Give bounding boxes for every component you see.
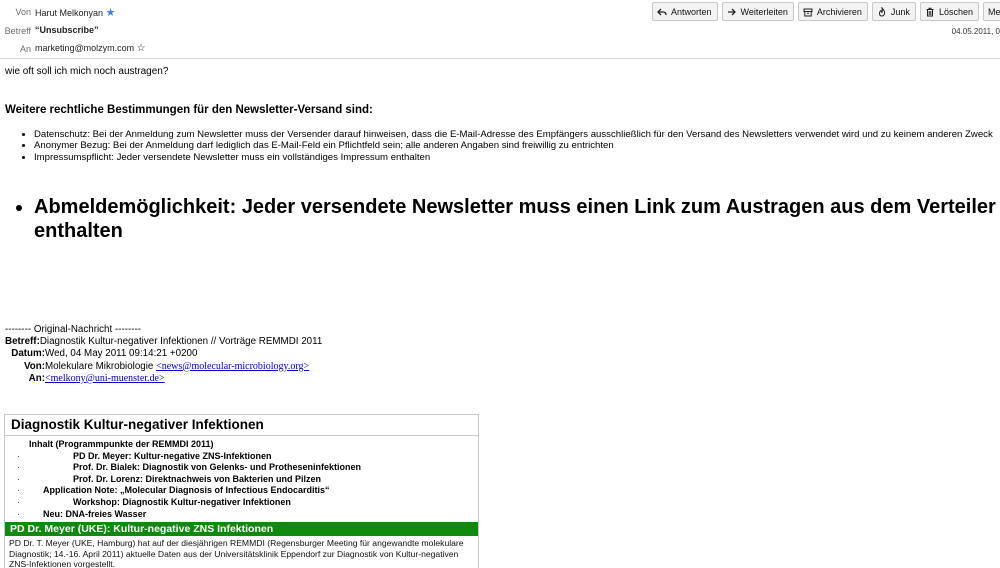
archive-button[interactable]: Archivieren	[797, 2, 868, 21]
reply-label: Antworten	[671, 6, 712, 17]
more-label: Meh	[987, 6, 1000, 17]
bullet-dot-icon: ·	[17, 508, 20, 519]
bullet-dot-icon: ·	[17, 496, 20, 507]
star-outline-icon[interactable]: ☆	[137, 43, 146, 54]
sender-name[interactable]: Harut Melkonyan	[35, 8, 103, 18]
star-filled-icon[interactable]: ★	[106, 7, 116, 19]
forward-button[interactable]: Weiterleiten	[721, 2, 794, 21]
list-item: Impressumspflicht: Jeder versendete News…	[34, 152, 1000, 163]
bullet-dot-icon: ·	[17, 485, 20, 496]
section-title-bar: PD Dr. Meyer (UKE): Kultur-negative ZNS …	[5, 522, 478, 537]
junk-label: Junk	[890, 6, 910, 17]
toc-item[interactable]: · Application Note: „Molecular Diagnosis …	[5, 485, 478, 497]
more-button[interactable]: Meh	[982, 2, 1000, 21]
original-date-label: Datum:	[11, 348, 45, 360]
original-from-row: Von:Molekulare Mikrobiologie <news@molec…	[5, 361, 322, 373]
trash-icon	[926, 7, 934, 16]
big-bullet-list: Abmeldemöglichkeit: Jeder versendete New…	[0, 195, 1000, 243]
toc-item-text[interactable]: Workshop: Diagnostik Kultur-negativer In…	[73, 497, 291, 507]
toc-heading: Inhalt (Programmpunkte der REMMDI 2011)	[5, 439, 478, 451]
list-item-unsubscribe: Abmeldemöglichkeit: Jeder versendete New…	[34, 195, 1000, 243]
message-header: Von Harut Melkonyan ★ Betreff “Unsubscri…	[0, 0, 1000, 59]
original-from-value: Molekulare Mikrobiologie	[45, 360, 157, 372]
toc-item[interactable]: · Prof. Dr. Bialek: Diagnostik von Gelenk…	[5, 462, 478, 474]
message-toolbar: Antworten Weiterleiten Archivieren Junk …	[652, 2, 1000, 21]
reply-icon	[657, 8, 667, 15]
toc-item-text[interactable]: Neu: DNA-freies Wasser	[43, 509, 146, 519]
toc-heading-text: Inhalt (Programmpunkte der REMMDI 2011)	[29, 439, 214, 449]
newsletter-title: Diagnostik Kultur-negativer Infektionen	[5, 415, 478, 436]
message-date: 04.05.2011, 0	[951, 27, 1000, 36]
original-date-row: Datum:Wed, 04 May 2011 09:14:21 +0200	[5, 348, 322, 360]
toc-item-text[interactable]: Prof. Dr. Lorenz: Direktnachweis von Bak…	[73, 474, 321, 484]
delete-button[interactable]: Löschen	[919, 2, 979, 21]
original-to-link[interactable]: <melkony@uni-muenster.de>	[45, 373, 165, 384]
toc-item[interactable]: · PD Dr. Meyer: Kultur-negative ZNS-Infek…	[5, 451, 478, 463]
newsletter-toc: Inhalt (Programmpunkte der REMMDI 2011) …	[5, 436, 478, 522]
newsletter-box: Diagnostik Kultur-negativer Infektionen …	[4, 414, 479, 568]
archive-label: Archivieren	[816, 6, 862, 17]
from-label: Von	[15, 7, 31, 17]
toc-item-text[interactable]: PD Dr. Meyer: Kultur-negative ZNS-Infekt…	[73, 451, 272, 461]
recipient-address[interactable]: marketing@molzym.com	[35, 43, 134, 53]
message-body: wie oft soll ich mich noch austragen? We…	[0, 58, 1000, 568]
legal-heading: Weitere rechtliche Bestimmungen für den …	[5, 104, 373, 116]
toc-item[interactable]: · Workshop: Diagnostik Kultur-negativer I…	[5, 497, 478, 509]
section-text: PD Dr. T. Meyer (UKE, Hamburg) hat auf d…	[9, 538, 464, 568]
to-value[interactable]: marketing@molzym.com ☆	[35, 43, 146, 54]
subject-label: Betreff	[4, 26, 31, 36]
reply-button[interactable]: Antworten	[652, 2, 718, 21]
forward-label: Weiterleiten	[740, 6, 788, 17]
original-subject-row: Betreff:Diagnostik Kultur-negativer Infe…	[5, 336, 322, 348]
delete-label: Löschen	[938, 6, 973, 17]
subject-value: “Unsubscribe”	[35, 25, 99, 35]
original-subject-label: Betreff:	[5, 336, 40, 348]
original-to-label: An:	[28, 372, 45, 384]
original-from-label: Von:	[23, 360, 45, 372]
forward-icon	[727, 8, 736, 15]
archive-icon	[803, 8, 813, 16]
from-value[interactable]: Harut Melkonyan ★	[35, 6, 115, 19]
toc-item-text[interactable]: Prof. Dr. Bialek: Diagnostik von Gelenks…	[73, 462, 361, 472]
bullet-dot-icon: ·	[17, 473, 20, 484]
junk-button[interactable]: Junk	[871, 2, 916, 21]
bullet-dot-icon: ·	[17, 450, 20, 461]
original-date-value: Wed, 04 May 2011 09:14:21 +0200	[45, 348, 198, 360]
reply-text: wie oft soll ich mich noch austragen?	[5, 66, 169, 77]
to-label: An	[19, 44, 31, 54]
original-separator: -------- Original-Nachricht --------	[5, 324, 142, 335]
original-to-row: An:<melkony@uni-muenster.de>	[5, 373, 322, 385]
list-item: Datenschutz: Bei der Anmeldung zum Newsl…	[34, 129, 1000, 140]
toc-item[interactable]: · Prof. Dr. Lorenz: Direktnachweis von Ba…	[5, 474, 478, 486]
original-from-link[interactable]: <news@molecular-microbiology.org>	[156, 361, 309, 372]
original-message-block: -------- Original-Nachricht -------- Bet…	[5, 324, 322, 385]
toc-item[interactable]: · Neu: DNA-freies Wasser	[5, 509, 478, 521]
toc-item-text[interactable]: Application Note: „Molecular Diagnosis o…	[43, 485, 330, 495]
original-subject-value: Diagnostik Kultur-negativer Infektionen …	[39, 336, 323, 348]
legal-list: Datenschutz: Bei der Anmeldung zum Newsl…	[0, 129, 1000, 163]
bullet-dot-icon: ·	[17, 462, 20, 473]
list-item: Anonymer Bezug: Bei der Anmeldung darf l…	[34, 140, 1000, 151]
junk-flame-icon	[878, 6, 885, 17]
